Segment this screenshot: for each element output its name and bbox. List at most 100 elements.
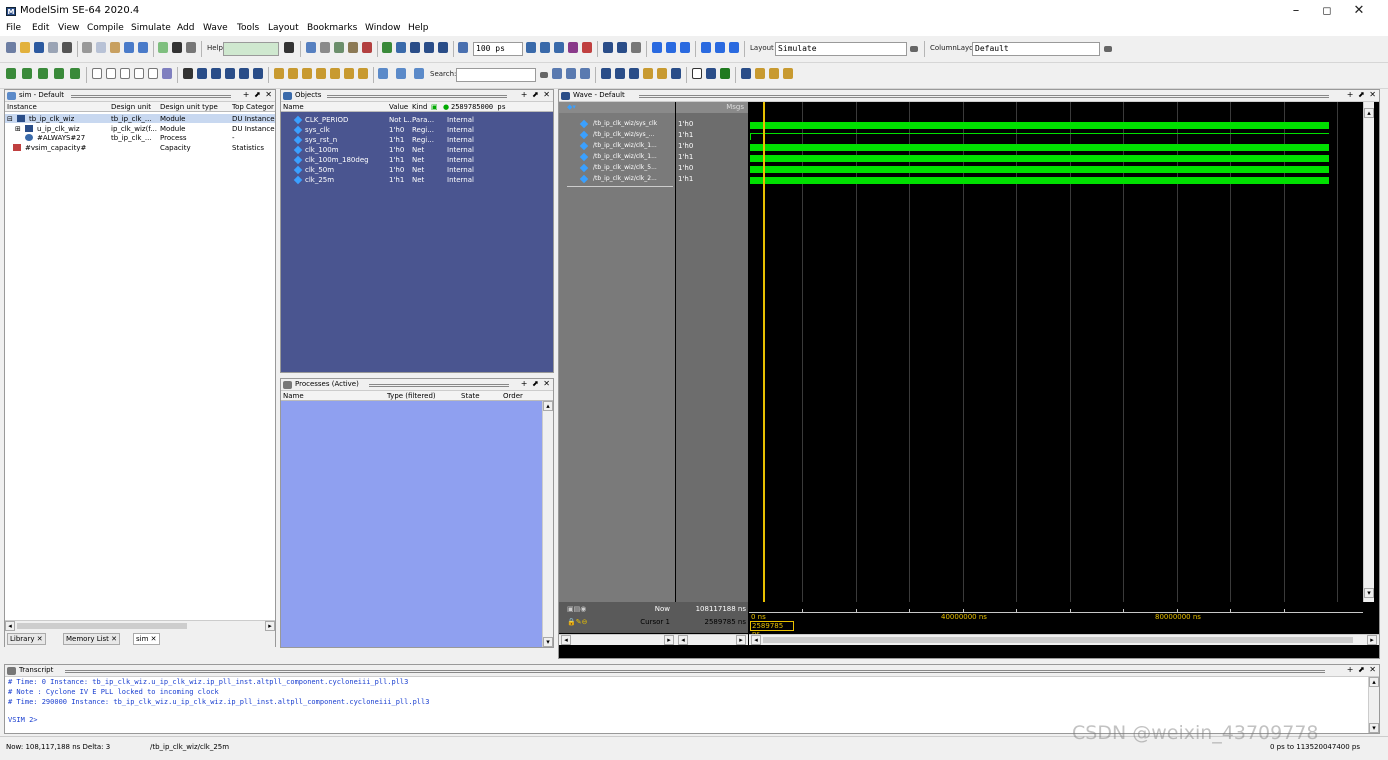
marker-icon[interactable]	[253, 68, 263, 79]
cursor-lock-icon[interactable]: 🔒✎⊖	[567, 618, 587, 626]
pointer-icon[interactable]	[666, 42, 676, 53]
wave-tool-icon[interactable]: ◆▾	[567, 103, 576, 111]
sim-horizontal-scrollbar[interactable]: ◂ ▸	[5, 620, 275, 631]
format-icon[interactable]	[186, 42, 196, 53]
panel-window-controls[interactable]: + ⬈ ✕	[521, 90, 551, 99]
table-row[interactable]: #ALWAYS#27 tb_ip_clk_... Process -	[5, 133, 275, 142]
scroll-left-icon[interactable]: ◂	[678, 635, 688, 645]
wave-edge-icon[interactable]	[783, 68, 793, 79]
radix-0-icon[interactable]	[106, 68, 116, 79]
edge-next-icon[interactable]	[288, 68, 298, 79]
column-instance[interactable]: Instance	[7, 103, 37, 111]
scroll-right-icon[interactable]: ▸	[265, 621, 275, 631]
menu-file[interactable]: File	[6, 23, 21, 33]
menu-view[interactable]: View	[58, 23, 79, 33]
edge-rise-icon[interactable]	[302, 68, 312, 79]
reload-icon[interactable]	[48, 42, 58, 53]
scroll-down-icon[interactable]: ▾	[543, 637, 553, 647]
wave-names-scrollbar[interactable]: ◂ ▸	[559, 634, 676, 645]
column-name[interactable]: Name	[283, 103, 304, 111]
edge-prev-icon[interactable]	[274, 68, 284, 79]
simulate-icon[interactable]	[334, 42, 344, 53]
stop-icon[interactable]	[582, 42, 592, 53]
restart-icon[interactable]	[458, 42, 468, 53]
hierarchy-down-icon[interactable]	[715, 42, 725, 53]
list-item[interactable]: CLK_PERIOD Not L... Para... Internal	[281, 115, 553, 125]
wave-fill-icon[interactable]	[706, 68, 716, 79]
edit-icon[interactable]	[162, 68, 172, 79]
tab-library[interactable]: Library ✕	[7, 633, 46, 645]
wave-signal-row[interactable]: /tb_ip_clk_wiz/clk_2...	[559, 174, 675, 184]
cut-icon[interactable]	[82, 42, 92, 53]
menu-help[interactable]: Help	[408, 23, 429, 33]
scroll-right-icon[interactable]: ▸	[736, 635, 746, 645]
run-all-icon[interactable]	[554, 42, 564, 53]
wave-signal-row[interactable]: /tb_ip_clk_wiz/sys_clk	[559, 119, 675, 129]
collapse-icon[interactable]: ⊟	[7, 115, 13, 123]
menu-add[interactable]: Add	[177, 23, 194, 33]
processes-vertical-scrollbar[interactable]: ▴ ▾	[542, 401, 553, 647]
column-type[interactable]: Type (filtered)	[387, 392, 436, 400]
wave-signal-row[interactable]: /tb_ip_clk_wiz/clk_5...	[559, 163, 675, 173]
radix-1-icon[interactable]	[92, 68, 102, 79]
group-icon[interactable]	[38, 68, 48, 79]
print-icon[interactable]	[62, 42, 72, 53]
search-next-icon[interactable]	[396, 68, 406, 79]
help-search-icon[interactable]	[284, 42, 294, 53]
wave-search-input[interactable]	[456, 68, 536, 82]
scroll-thumb[interactable]	[17, 623, 187, 629]
step-over-icon[interactable]	[617, 42, 627, 53]
wave-compare-icon[interactable]	[741, 68, 751, 79]
menu-bookmarks[interactable]: Bookmarks	[307, 23, 357, 33]
transcript-scrollbar[interactable]: ▴ ▾	[1368, 677, 1379, 733]
column-design-unit-type[interactable]: Design unit type	[160, 103, 218, 111]
search-dropdown-icon[interactable]	[540, 72, 548, 78]
run-length-input[interactable]: 100 ps	[473, 42, 523, 56]
run-icon[interactable]	[158, 42, 168, 53]
column-order[interactable]: Order	[503, 392, 523, 400]
step-icon[interactable]	[603, 42, 613, 53]
panel-window-controls[interactable]: + ⬈ ✕	[521, 379, 551, 388]
search-options-icon[interactable]	[552, 68, 562, 79]
scroll-left-icon[interactable]: ◂	[751, 635, 761, 645]
list-item[interactable]: clk_25m 1'h1 Net Internal	[281, 175, 553, 185]
wave-style-icon[interactable]	[692, 68, 702, 79]
search-clear-icon[interactable]	[580, 68, 590, 79]
filter-icon[interactable]: ▣	[431, 103, 438, 111]
zoom-in-icon[interactable]	[601, 68, 611, 79]
wave-signal-row[interactable]: /tb_ip_clk_wiz/sys_...	[559, 130, 675, 140]
now-toolbar-icon[interactable]: ▣▤◉	[567, 605, 586, 613]
radix-all-icon[interactable]	[148, 68, 158, 79]
edge-end-icon[interactable]	[358, 68, 368, 79]
compile-icon[interactable]	[306, 42, 316, 53]
forward-arrow-icon[interactable]	[438, 42, 448, 53]
compile-all-icon[interactable]	[320, 42, 330, 53]
table-row[interactable]: ⊟ tb_ip_clk_wiz tb_ip_clk_... Module DU …	[5, 114, 275, 123]
insert-icon[interactable]	[6, 68, 16, 79]
wave-signal-row[interactable]: /tb_ip_clk_wiz/clk_1...	[559, 141, 675, 151]
zoom-fit-icon[interactable]	[211, 68, 221, 79]
tab-sim[interactable]: sim ✕	[133, 633, 160, 645]
add-wave-icon[interactable]	[382, 42, 392, 53]
scroll-left-icon[interactable]: ◂	[561, 635, 571, 645]
waveform-canvas[interactable]	[749, 102, 1363, 602]
layout-dropdown-icon[interactable]	[910, 46, 918, 52]
continue-run-icon[interactable]	[540, 42, 550, 53]
zoom-out-icon[interactable]	[615, 68, 625, 79]
radix-hex-icon[interactable]	[134, 68, 144, 79]
run-icon[interactable]	[526, 42, 536, 53]
column-layout-dropdown-icon[interactable]	[1104, 46, 1112, 52]
break-run-icon[interactable]	[568, 42, 578, 53]
add-cursor-icon[interactable]	[239, 68, 249, 79]
cursor-icon[interactable]	[225, 68, 235, 79]
column-name[interactable]: Name	[283, 392, 304, 400]
list-item[interactable]: sys_clk 1'h0 Regi... Internal	[281, 125, 553, 135]
panel-window-controls[interactable]: + ⬈ ✕	[1347, 665, 1377, 674]
scroll-up-icon[interactable]: ▴	[1364, 108, 1374, 118]
help-search-input[interactable]	[223, 42, 279, 56]
paste-icon[interactable]	[110, 42, 120, 53]
wave-solid-icon[interactable]	[720, 68, 730, 79]
scroll-thumb[interactable]	[763, 637, 1353, 643]
zoom-range-icon[interactable]	[657, 68, 667, 79]
edge-any-icon[interactable]	[330, 68, 340, 79]
